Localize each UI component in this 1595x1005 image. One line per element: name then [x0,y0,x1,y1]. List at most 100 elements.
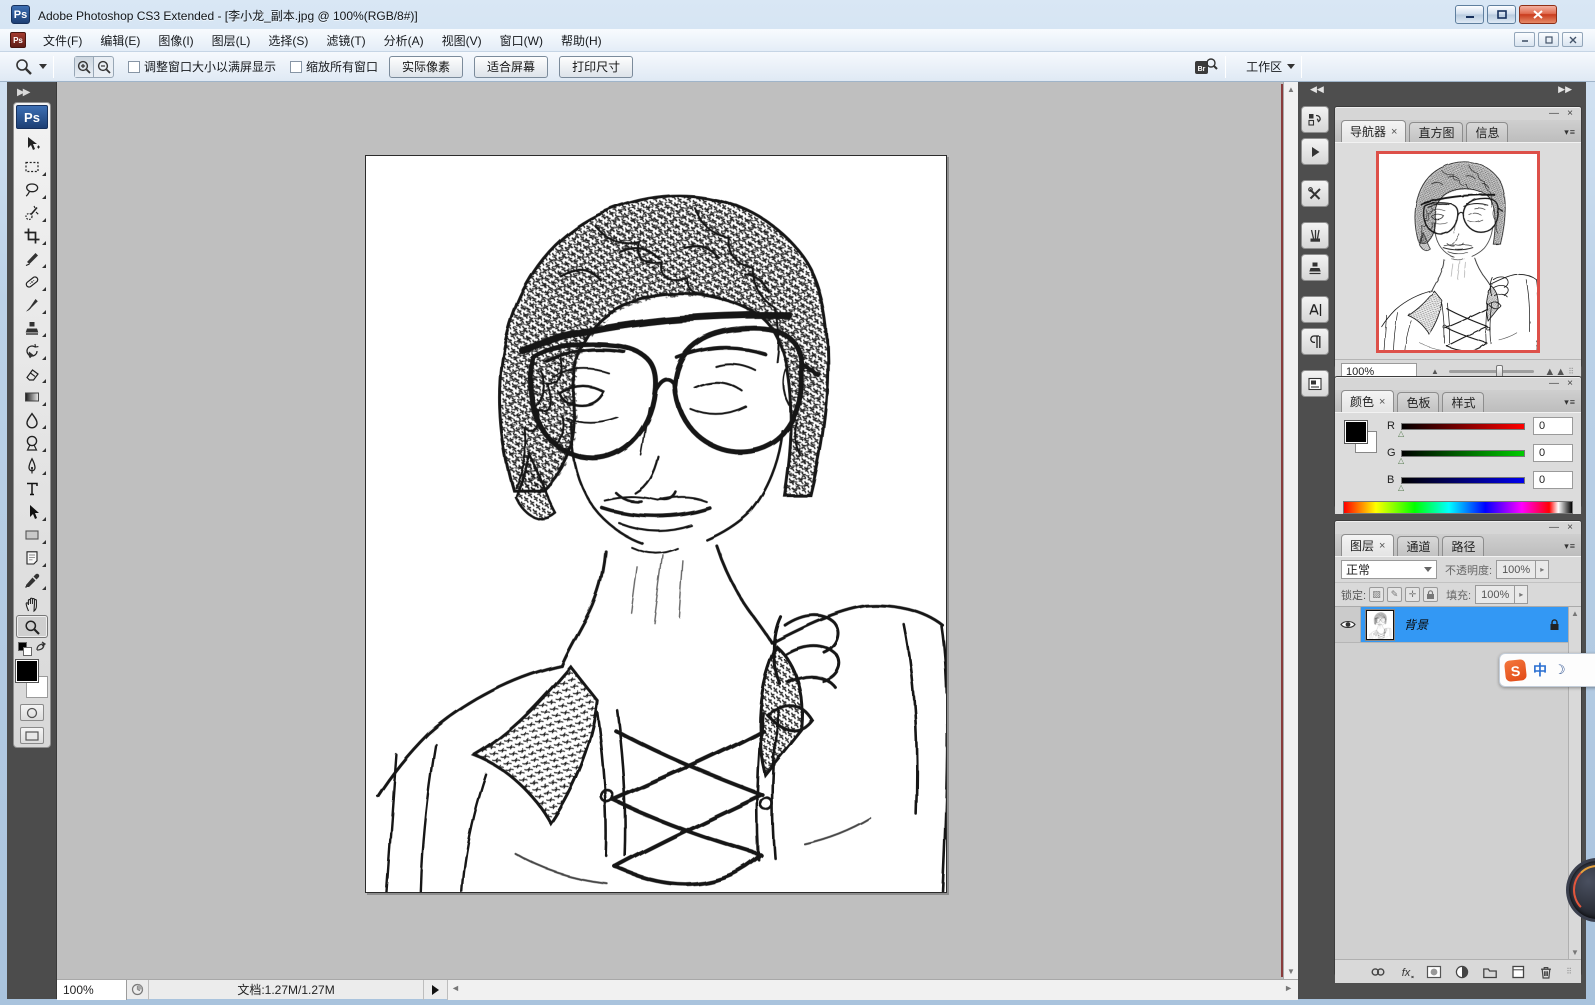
actual-pixels-button[interactable]: 实际像素 [389,56,463,78]
panel-minimize-icon[interactable]: — [1549,109,1559,118]
panel-close-icon[interactable]: × [1567,523,1573,532]
tool-presets-panel-icon[interactable] [1301,180,1329,207]
panel-close-icon[interactable]: × [1567,379,1573,388]
panel-menu-icon[interactable]: ▾≡ [1564,541,1576,552]
character-panel-icon[interactable] [1301,296,1329,323]
tab-close-icon[interactable]: × [1379,396,1385,408]
resize-window-checkbox[interactable]: 调整窗口大小以满屏显示 [128,58,276,75]
default-swap-colors[interactable] [16,640,48,658]
dodge-tool[interactable] [16,431,48,454]
color-spectrum-ramp[interactable] [1343,501,1573,514]
tab-paths[interactable]: 路径 [1442,536,1484,556]
actions-panel-icon[interactable] [1301,138,1329,165]
zoom-tool[interactable] [16,615,48,638]
layer-visibility-toggle[interactable] [1335,607,1361,642]
navigator-view-box[interactable] [1376,151,1540,353]
new-layer-icon[interactable] [1508,963,1528,981]
lock-pixels-icon[interactable]: ✎ [1387,587,1402,602]
lock-position-icon[interactable]: ✛ [1405,587,1420,602]
minimize-button[interactable] [1455,5,1484,24]
history-brush-tool[interactable] [16,339,48,362]
blue-slider-marker[interactable]: △ [1398,483,1404,492]
history-panel-icon[interactable] [1301,106,1329,133]
menu-analysis[interactable]: 分析(A) [375,30,433,51]
doc-minimize-button[interactable] [1514,32,1535,47]
tab-close-icon[interactable]: × [1391,126,1397,138]
opacity-field[interactable]: 100% ▸ [1496,560,1549,579]
layer-comps-panel-icon[interactable] [1301,370,1329,397]
menu-edit[interactable]: 编辑(E) [91,30,149,51]
green-value-field[interactable]: 0 [1533,444,1573,462]
fill-field[interactable]: 100% ▸ [1475,585,1528,604]
go-to-bridge-button[interactable]: Br [1193,57,1219,77]
delete-layer-icon[interactable] [1536,963,1556,981]
menu-window[interactable]: 窗口(W) [491,30,552,51]
foreground-color-swatch[interactable] [16,660,38,682]
doc-restore-button[interactable] [1538,32,1559,47]
pen-tool[interactable] [16,454,48,477]
panel-minimize-icon[interactable]: — [1549,379,1559,388]
quick-selection-tool[interactable] [16,201,48,224]
zoom-out-button[interactable] [94,57,113,77]
panel-minimize-icon[interactable]: — [1549,523,1559,532]
tab-layers[interactable]: 图层× [1341,534,1394,556]
slice-tool[interactable] [16,247,48,270]
menu-file[interactable]: 文件(F) [34,30,91,51]
path-selection-tool[interactable] [16,500,48,523]
toolbox-collapse-chevrons[interactable]: ▶▶ [17,87,28,98]
crop-tool[interactable] [16,224,48,247]
swap-colors-icon[interactable] [34,641,47,653]
zoom-out-mountain-icon[interactable]: ▲ [1431,367,1439,376]
lock-all-icon[interactable] [1423,587,1438,602]
print-size-button[interactable]: 打印尺寸 [559,56,633,78]
navigator-zoom-slider[interactable] [1449,370,1534,373]
navigator-preview[interactable] [1376,151,1540,353]
fill-spinner-arrow[interactable]: ▸ [1514,586,1527,603]
fit-screen-button[interactable]: 适合屏幕 [474,56,548,78]
opacity-spinner-arrow[interactable]: ▸ [1535,561,1548,578]
lock-transparency-icon[interactable]: ▨ [1369,587,1384,602]
panel-resize-grip[interactable]: ⠿ [1566,967,1573,976]
move-tool[interactable] [16,132,48,155]
layer-thumbnail[interactable] [1366,610,1394,640]
scroll-right-arrow[interactable]: ► [1284,983,1293,993]
adjustment-layer-icon[interactable] [1452,963,1472,981]
close-button[interactable] [1519,5,1557,24]
tab-swatches[interactable]: 色板 [1397,392,1439,412]
panel-close-icon[interactable]: × [1567,109,1573,118]
eyedropper-tool[interactable] [16,569,48,592]
workspace-button[interactable]: 工作区 [1246,58,1295,75]
title-bar[interactable]: Ps Adobe Photoshop CS3 Extended - [李小龙_副… [0,0,1595,29]
scroll-down-arrow[interactable]: ▼ [1285,965,1297,978]
menu-layer[interactable]: 图层(L) [203,30,260,51]
layer-selected-area[interactable]: 背景 [1361,607,1568,642]
tab-histogram[interactable]: 直方图 [1409,122,1463,142]
document-size-info[interactable]: 文档:1.27M/1.27M [149,980,424,1000]
ime-fullhalf-moon-icon[interactable]: ☽ [1554,662,1566,678]
menu-filter[interactable]: 滤镜(T) [317,30,374,51]
expand-dock-chevrons[interactable]: ▶▶ [1558,84,1572,95]
checkbox-box[interactable] [290,61,302,73]
blue-slider[interactable]: △ [1401,477,1525,484]
blue-value-field[interactable]: 0 [1533,471,1573,489]
zoom-all-windows-checkbox[interactable]: 缩放所有窗口 [290,58,378,75]
layer-row-background[interactable]: 背景 [1335,607,1568,643]
checkbox-box[interactable] [128,61,140,73]
tab-info[interactable]: 信息 [1466,122,1508,142]
red-value-field[interactable]: 0 [1533,417,1573,435]
menu-image[interactable]: 图像(I) [149,30,202,51]
scroll-left-arrow[interactable]: ◄ [451,983,460,993]
panel-resize-grip[interactable]: ⠿ [1568,367,1575,376]
layer-name[interactable]: 背景 [1404,616,1549,633]
maximize-button[interactable] [1487,5,1516,24]
tab-color[interactable]: 颜色× [1341,390,1394,412]
tab-navigator[interactable]: 导航器× [1341,120,1406,142]
green-slider[interactable]: △ [1401,450,1525,457]
status-flyout-arrow[interactable] [432,985,439,995]
lasso-tool[interactable] [16,178,48,201]
red-slider-marker[interactable]: △ [1398,429,1404,438]
horizontal-scrollbar[interactable]: ◄ ► [447,980,1298,1000]
zoom-tool-option-icon[interactable] [14,57,47,77]
quick-mask-button[interactable] [20,704,44,721]
green-slider-marker[interactable]: △ [1398,456,1404,465]
